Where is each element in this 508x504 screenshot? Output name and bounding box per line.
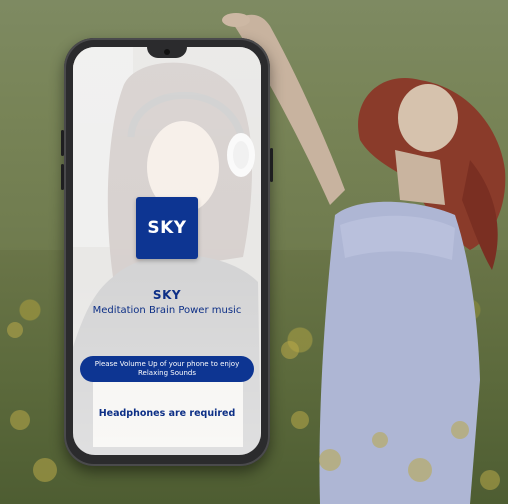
phone-screen: SKY SKY Meditation Brain Power music Ple…	[73, 47, 261, 455]
app-logo-text: SKY	[147, 218, 187, 238]
headphones-required-note: Headphones are required	[98, 408, 236, 419]
phone-power-button	[270, 148, 273, 182]
phone-mockup: SKY SKY Meditation Brain Power music Ple…	[61, 38, 273, 466]
volume-notice-button[interactable]: Please Volume Up of your phone to enjoy …	[80, 356, 254, 382]
front-camera-icon	[164, 49, 170, 55]
phone-side-button	[61, 130, 64, 156]
app-logo: SKY	[136, 197, 198, 259]
phone-side-button	[61, 164, 64, 190]
app-tagline: Meditation Brain Power music	[92, 305, 242, 316]
app-name: SKY	[152, 288, 182, 302]
volume-notice-label: Please Volume Up of your phone to enjoy …	[94, 360, 240, 377]
